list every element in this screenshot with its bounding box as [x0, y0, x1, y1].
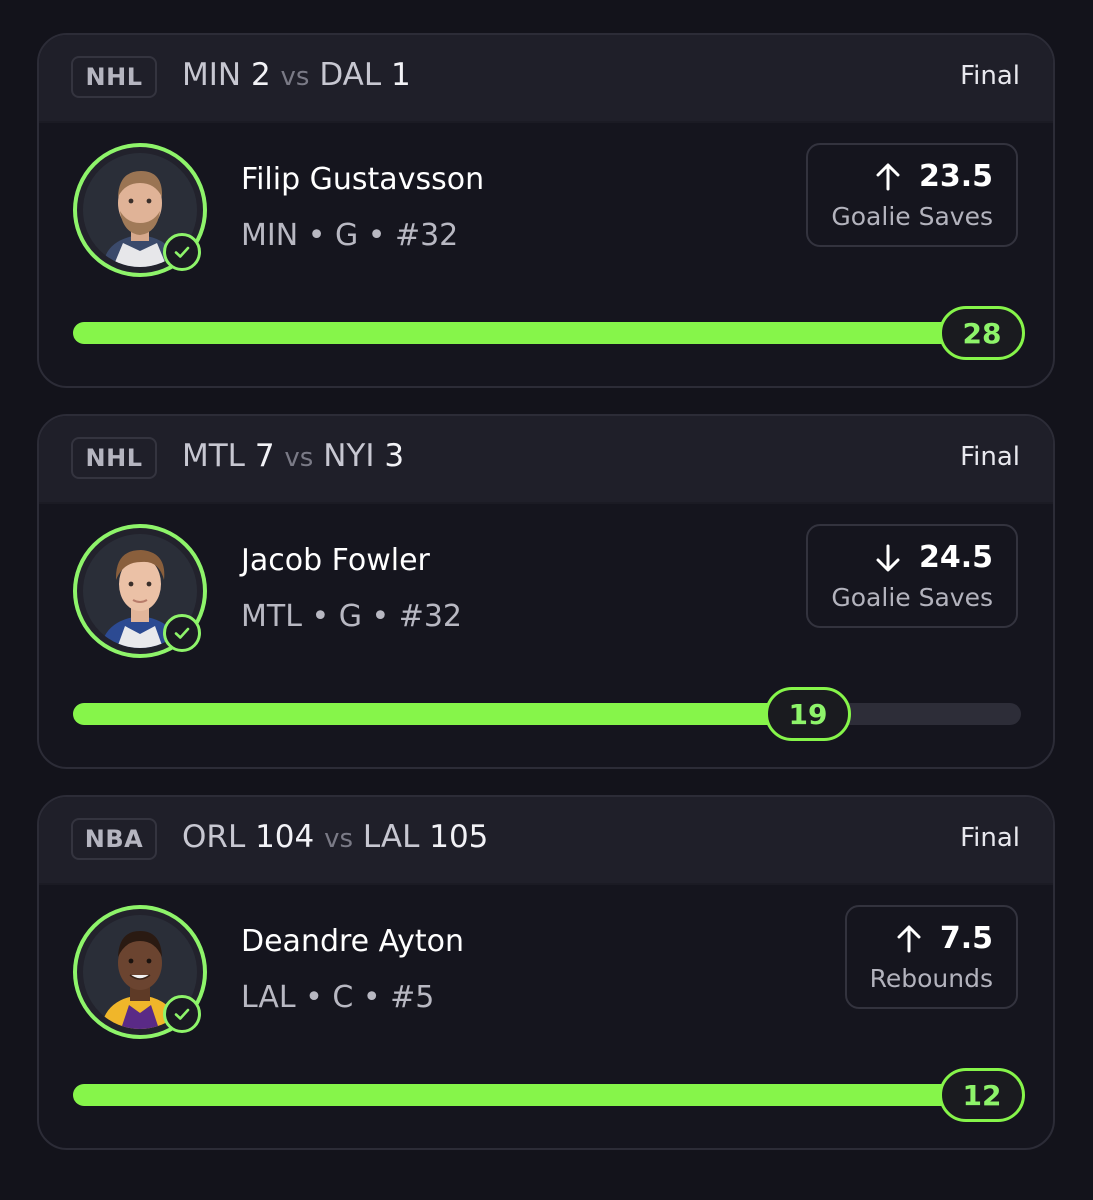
check-icon	[163, 995, 201, 1033]
prop-line-value: 24.5	[918, 540, 993, 575]
card-header: NHL MIN 2 vs DAL 1 Final	[39, 35, 1053, 123]
up-arrow-icon	[876, 163, 900, 190]
progress-fill	[73, 703, 808, 725]
away-score: 2	[250, 57, 271, 93]
home-score: 105	[429, 819, 489, 855]
up-arrow-icon	[897, 925, 921, 952]
home-score: 3	[384, 438, 405, 474]
home-team: LAL	[362, 819, 420, 855]
vs-label: vs	[280, 62, 310, 92]
player-name[interactable]: Deandre Ayton	[241, 924, 464, 959]
prop-stat: Goalie Saves	[831, 583, 993, 612]
home-score: 1	[391, 57, 411, 93]
player-meta: MTL • G • #32	[241, 599, 463, 634]
away-score: 104	[255, 819, 315, 855]
player-name[interactable]: Filip Gustavsson	[241, 162, 484, 197]
card-header: NHL MTL 7 vs NYI 3 Final	[39, 416, 1053, 504]
away-team: MTL	[182, 438, 245, 474]
game-status: Final	[960, 61, 1020, 91]
away-team: ORL	[182, 819, 246, 855]
game-status: Final	[960, 442, 1020, 472]
prop-line: 7.5	[894, 921, 993, 956]
home-team: NYI	[323, 438, 375, 474]
check-icon	[163, 614, 201, 652]
league-badge: NHL	[71, 56, 157, 98]
check-icon	[163, 233, 201, 271]
prop-stat: Rebounds	[869, 964, 993, 993]
player-name[interactable]: Jacob Fowler	[241, 543, 430, 578]
prop-box[interactable]: 7.5 Rebounds	[844, 905, 1018, 1009]
progress-track: 28	[73, 306, 1025, 360]
result-value: 12	[939, 1068, 1025, 1122]
progress-track: 19	[73, 687, 1021, 741]
progress-fill	[73, 322, 1021, 344]
prop-line-value: 23.5	[918, 159, 993, 194]
prop-stat: Goalie Saves	[831, 202, 993, 231]
prop-card[interactable]: NHL MIN 2 vs DAL 1 Final Filip Gustavsso…	[37, 33, 1055, 388]
player-meta: MIN • G • #32	[241, 218, 459, 253]
prop-box[interactable]: 24.5 Goalie Saves	[806, 524, 1018, 628]
prop-box[interactable]: 23.5 Goalie Saves	[806, 143, 1018, 247]
down-arrow-icon	[876, 544, 900, 571]
prop-card[interactable]: NHL MTL 7 vs NYI 3 Final Jacob Fowler MT…	[37, 414, 1055, 769]
result-value: 19	[765, 687, 851, 741]
league-badge: NBA	[71, 818, 157, 860]
card-header: NBA ORL 104 vs LAL 105 Final	[39, 797, 1053, 885]
player-meta: LAL • C • #5	[241, 980, 435, 1015]
matchup: MTL 7 vs NYI 3	[182, 438, 404, 474]
result-value: 28	[939, 306, 1025, 360]
prop-line: 23.5	[873, 159, 993, 194]
away-score: 7	[254, 438, 275, 474]
vs-label: vs	[284, 443, 314, 473]
home-team: DAL	[319, 57, 382, 93]
prop-line-value: 7.5	[939, 921, 993, 956]
vs-label: vs	[324, 824, 354, 854]
progress-fill	[73, 1084, 1021, 1106]
away-team: MIN	[182, 57, 242, 93]
matchup: ORL 104 vs LAL 105	[182, 819, 488, 855]
game-status: Final	[960, 823, 1020, 853]
progress-track: 12	[73, 1068, 1025, 1122]
matchup: MIN 2 vs DAL 1	[182, 57, 411, 93]
league-badge: NHL	[71, 437, 157, 479]
prop-card[interactable]: NBA ORL 104 vs LAL 105 Final Deandre Ayt…	[37, 795, 1055, 1150]
prop-line: 24.5	[873, 540, 993, 575]
